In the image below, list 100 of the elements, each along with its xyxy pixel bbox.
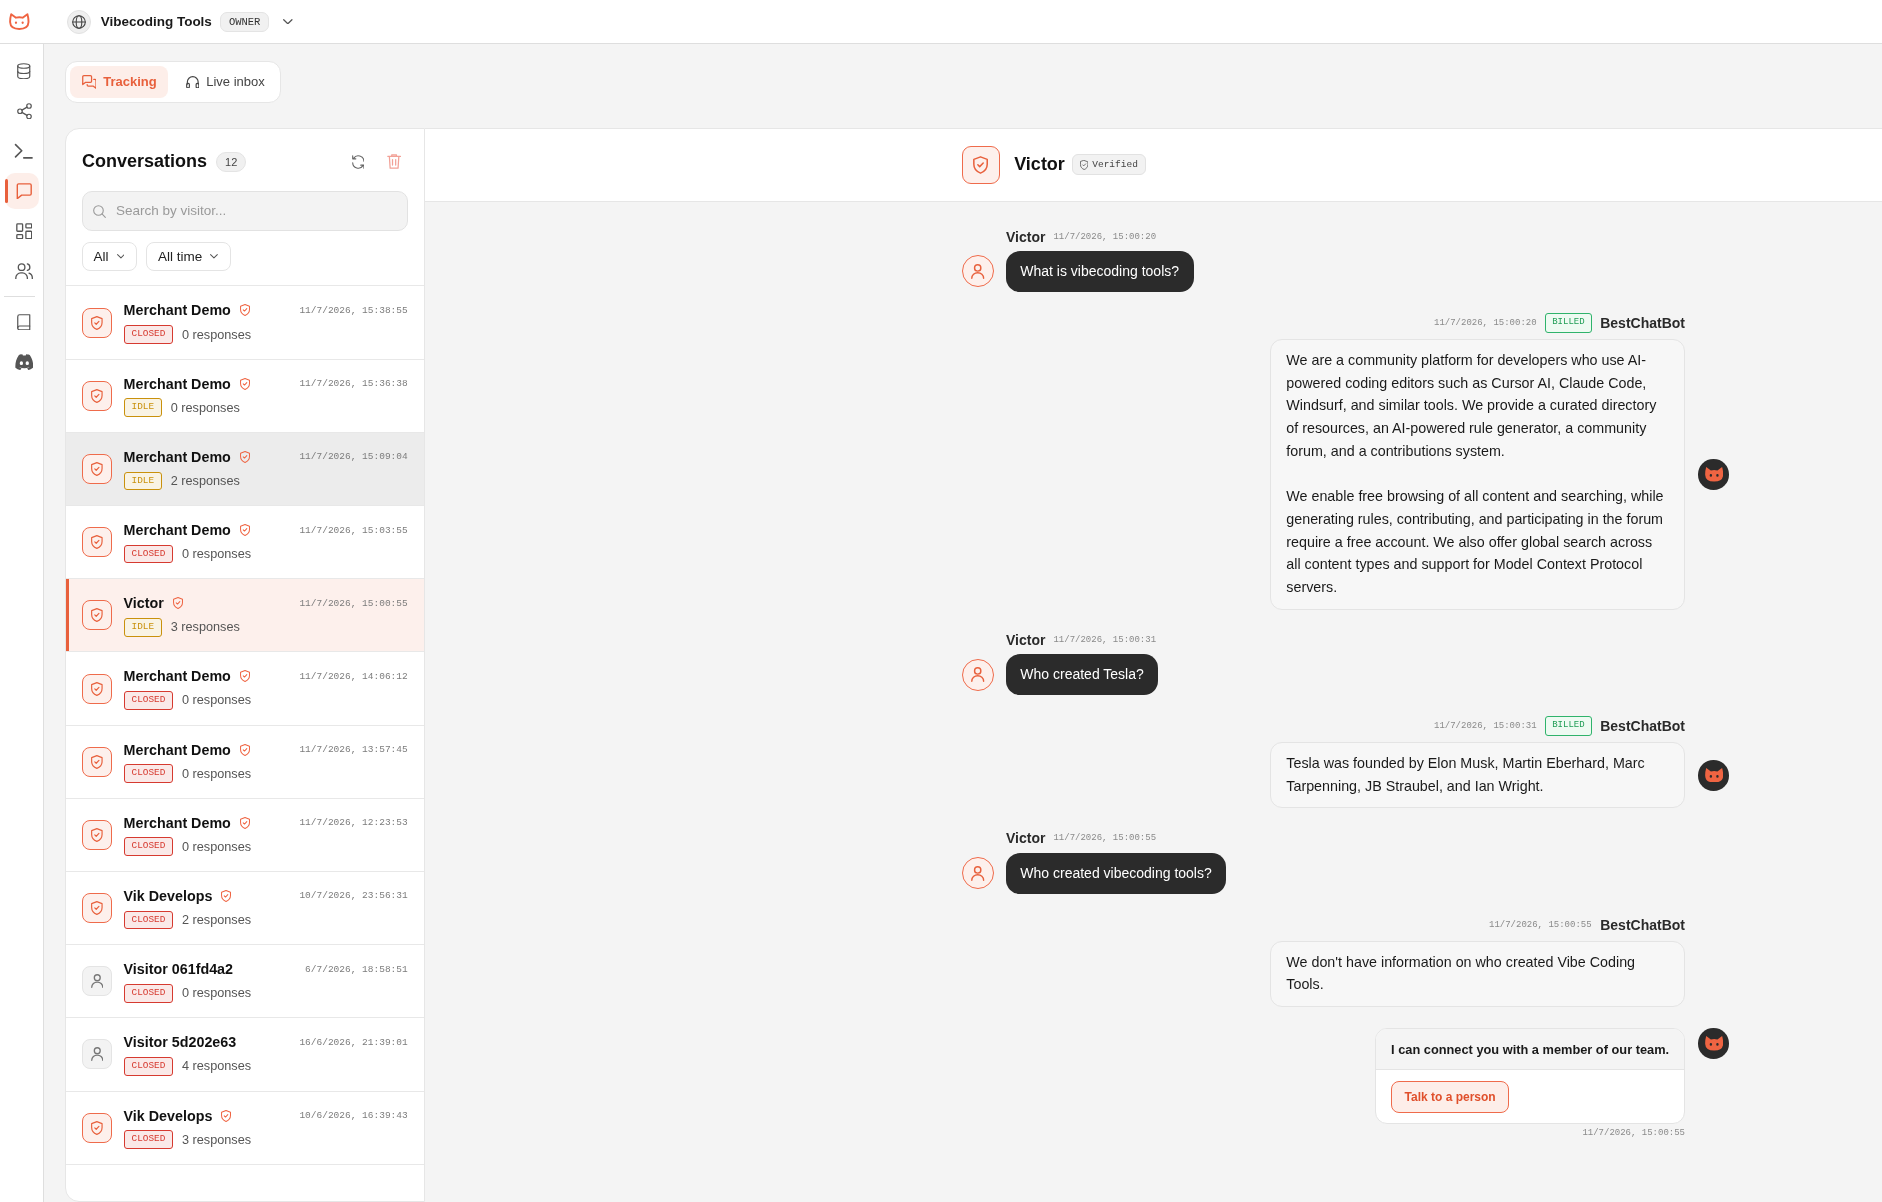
chevron-down-icon[interactable]: [283, 18, 294, 25]
shield-check-icon: [172, 597, 183, 610]
refresh-icon[interactable]: [351, 154, 365, 169]
shield-check-icon: [239, 524, 250, 537]
response-count: 2 responses: [181, 913, 252, 927]
timestamp: 10/7/2026, 23:56:31: [298, 890, 408, 902]
contact-name: Merchant Demo: [123, 522, 231, 539]
status-badge: CLOSED: [123, 691, 174, 710]
shield-check-icon: [239, 816, 250, 829]
cat-logo-icon[interactable]: [9, 13, 30, 30]
message-text: Tesla was founded by Elon Musk, Martin Eberhard, Marc Tarpenning, JB Straubel, and Ian Wright.: [1286, 754, 1646, 796]
timestamp: 16/6/2026, 21:39:01: [298, 1036, 408, 1048]
share-icon[interactable]: [16, 102, 32, 120]
contact-name: Vik Develops: [123, 1107, 213, 1124]
message-text: We don't have information on who created Vibe Coding Tools.: [1286, 952, 1637, 995]
chevron-down-icon: [116, 254, 125, 259]
contact-name: Merchant Demo: [123, 302, 231, 319]
contact-name: Merchant Demo: [123, 741, 231, 758]
shield-check-icon: [221, 889, 232, 902]
author-name: Victor: [1006, 830, 1046, 847]
shield-check-icon: [239, 743, 250, 756]
globe-icon[interactable]: [66, 9, 91, 34]
person-avatar-icon: [962, 255, 994, 288]
book-icon[interactable]: [17, 313, 31, 331]
card-message: I can connect you with a member of our team.: [1376, 1029, 1685, 1071]
sidebar-button[interactable]: [5, 173, 39, 209]
status-badge: CLOSED: [123, 837, 174, 857]
timestamp: 11/7/2026, 15:03:55: [298, 524, 408, 536]
response-count: 3 responses: [170, 620, 240, 635]
timestamp: 11/7/2026, 15:00:20: [1053, 231, 1157, 242]
author-name: Victor: [1006, 631, 1046, 648]
conversation-item[interactable]: Merchant Demo 11/7/2026, 15:09:04 IDLE 2 responses: [66, 432, 424, 507]
status-badge: CLOSED: [123, 983, 174, 1003]
timestamp: 11/7/2026, 15:36:38: [298, 378, 408, 390]
timestamp: 11/7/2026, 15:00:55: [298, 597, 408, 609]
contact-name: Merchant Demo: [123, 814, 231, 831]
message-text: We enable free browsing of all content and searching, while generating rules, contributing, and participating in the forum require a free account. We also offer global search across all content types and support for Model Context Protocol servers.: [1286, 487, 1665, 597]
timestamp: 6/7/2026, 18:58:51: [304, 963, 408, 975]
action-button[interactable]: Talk to a person: [1391, 1080, 1510, 1113]
contact-name: Merchant Demo: [123, 448, 231, 465]
database-icon[interactable]: [17, 62, 31, 80]
contact-name: Victor: [123, 595, 164, 612]
shield-check-icon: [239, 670, 250, 683]
response-count: 0 responses: [181, 766, 252, 781]
terminal-prompt-icon[interactable]: [14, 142, 34, 160]
contact-name: Victor: [1014, 154, 1065, 176]
timestamp: 11/7/2026, 14:06:12: [298, 670, 408, 682]
status-badge: CLOSED: [123, 544, 174, 564]
response-count: 0 responses: [181, 986, 252, 1001]
status-badge: CLOSED: [123, 325, 174, 344]
message-bubble: Who created Tesla?: [1005, 654, 1159, 695]
shield-check-icon: [221, 1109, 232, 1122]
count-badge: 12: [216, 151, 247, 172]
workspace-name[interactable]: Vibecoding Tools: [100, 14, 212, 29]
author-name: BestChatBot: [1600, 315, 1685, 331]
status-badge: CLOSED: [123, 910, 174, 930]
response-count: 0 responses: [181, 693, 252, 708]
status-badge: IDLE: [123, 471, 163, 491]
person-avatar-icon: [962, 658, 994, 691]
author-name: Victor: [1006, 228, 1046, 245]
response-count: 0 responses: [181, 839, 252, 854]
response-count: 4 responses: [181, 1059, 252, 1074]
chat-bubble-icon[interactable]: [15, 182, 33, 200]
message-bubble: Who created vibecoding tools?: [1005, 852, 1227, 894]
response-count: 0 responses: [181, 547, 252, 562]
timestamp: 11/7/2026, 15:00:55: [1489, 919, 1592, 930]
status-badge: CLOSED: [123, 764, 174, 783]
timestamp: 11/7/2026, 15:00:31: [1434, 721, 1537, 731]
contact-name: Visitor 5d202e63: [123, 1034, 237, 1051]
filter-dropdown[interactable]: All: [82, 242, 138, 271]
shield-check-icon: [1079, 159, 1089, 170]
role-badge: OWNER: [219, 11, 270, 32]
author-name: BestChatBot: [1600, 916, 1685, 933]
timestamp: 11/7/2026, 15:00:20: [1434, 318, 1537, 328]
verified-label: Verified: [1092, 159, 1138, 171]
contact-name: Vik Develops: [123, 887, 213, 904]
search-field[interactable]: Search by visitor...: [82, 190, 408, 232]
dashboard-grid-icon[interactable]: [15, 222, 33, 240]
timestamp: 11/7/2026, 13:57:45: [298, 744, 408, 756]
timestamp: 11/7/2026, 15:38:55: [298, 304, 408, 316]
conversation-item[interactable]: Victor 11/7/2026, 15:00:55 IDLE 3 responses: [66, 579, 424, 653]
filter-dropdown[interactable]: All time: [146, 242, 232, 271]
timestamp: 11/7/2026, 15:00:55: [1582, 1128, 1685, 1139]
tab[interactable]: Live inbox: [174, 66, 277, 98]
timestamp: 10/6/2026, 16:39:43: [298, 1110, 408, 1122]
billed-badge: BILLED: [1545, 716, 1592, 736]
message-text: We are a community platform for developers who use AI-powered coding editors such as Cursor AI, Claude Code, Windsurf, and similar tools. We provide a curated directory of resources, an AI-powered rule generator, a community forum, and a contributions system.: [1286, 351, 1658, 461]
contact-name: Visitor 061fd4a2: [123, 961, 233, 978]
billed-badge: BILLED: [1545, 313, 1592, 333]
timestamp: 11/7/2026, 15:09:04: [298, 451, 408, 463]
game-controller-icon[interactable]: [14, 353, 34, 371]
response-count: 0 responses: [170, 400, 240, 415]
panel-title: Conversations: [82, 151, 208, 173]
chevron-down-icon: [210, 254, 219, 259]
users-icon[interactable]: [14, 262, 34, 280]
status-badge: IDLE: [123, 398, 163, 418]
response-count: 2 responses: [170, 473, 240, 488]
status-badge: CLOSED: [123, 1130, 174, 1149]
status-badge: CLOSED: [123, 1057, 174, 1076]
shield-check-icon: [239, 304, 250, 317]
